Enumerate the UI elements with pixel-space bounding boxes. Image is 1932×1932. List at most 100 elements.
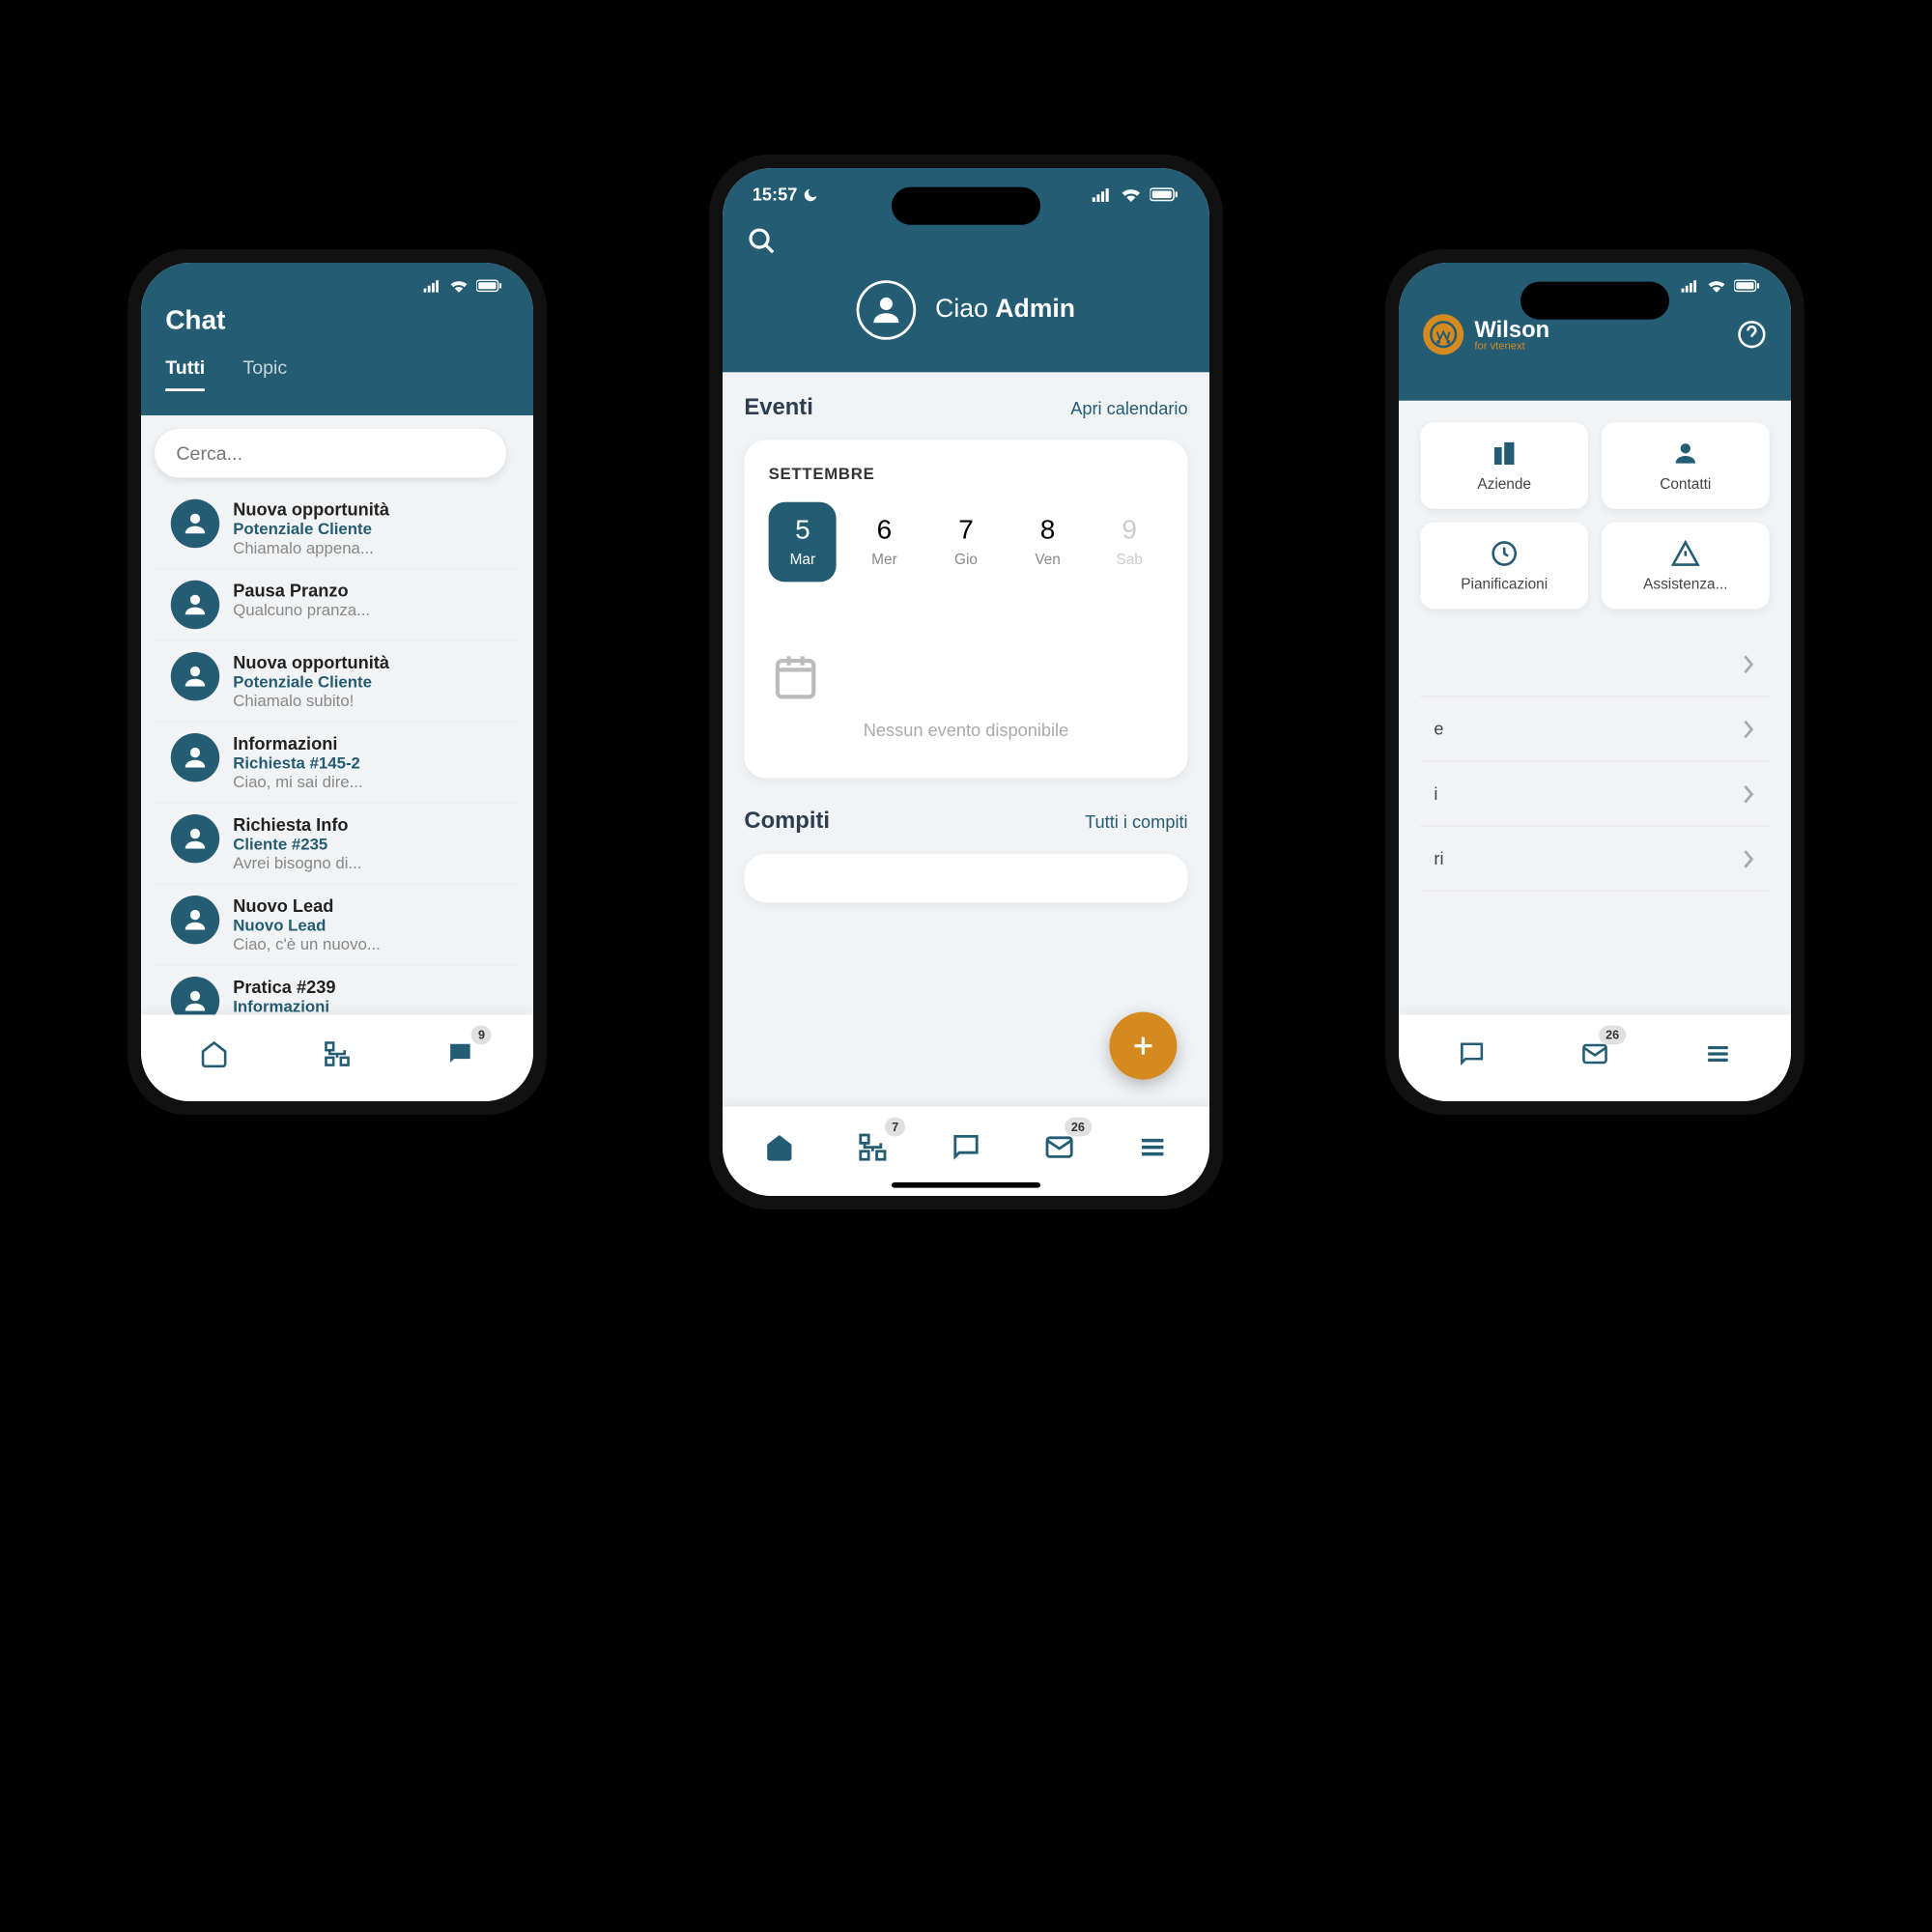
brand-sub: for vtenext (1474, 341, 1549, 352)
chat-preview: Ciao, mi sai dire... (233, 773, 503, 792)
chat-avatar (171, 581, 219, 629)
person-icon (1670, 439, 1700, 469)
shortcut-company[interactable]: Aziende (1420, 422, 1588, 509)
search-icon (747, 226, 777, 256)
nav-menu[interactable] (1698, 1034, 1739, 1074)
phone-right-mock: Wilson for vtenext AziendeContattiPianif… (1385, 249, 1804, 1115)
shortcut-alert[interactable]: Assistenza... (1602, 523, 1770, 610)
chat-preview: Ciao, c'è un nuovo... (233, 935, 503, 954)
compiti-title: Compiti (744, 808, 830, 835)
shortcut-label: Contatti (1609, 476, 1761, 493)
chat-title: Richiesta Info (233, 814, 503, 835)
shortcut-label: Aziende (1429, 476, 1580, 493)
chevron-right-icon (1743, 784, 1756, 804)
calendar-day[interactable]: 9 Sab (1095, 502, 1164, 582)
chat-row[interactable]: Nuovo Lead Nuovo Lead Ciao, c'è un nuovo… (155, 885, 520, 966)
list-item[interactable] (1420, 634, 1769, 697)
shortcut-person[interactable]: Contatti (1602, 422, 1770, 509)
day-name: Sab (1100, 553, 1157, 569)
help-button[interactable] (1737, 320, 1767, 350)
day-name: Mar (774, 553, 831, 569)
chevron-right-icon (1743, 720, 1756, 739)
all-tasks-link[interactable]: Tutti i compiti (1085, 811, 1188, 832)
menu-icon (1136, 1131, 1169, 1164)
chat-subtitle: Potenziale Cliente (233, 672, 503, 692)
chat-tabs: Tutti Topic (141, 348, 533, 391)
chat-avatar (171, 652, 219, 700)
chat-list: Nuova opportunità Potenziale Cliente Chi… (155, 478, 520, 1015)
chevron-right-icon (1743, 655, 1756, 674)
calendar-day[interactable]: 7Gio (932, 502, 1001, 582)
chat-preview: Avrei bisogno di... (233, 854, 503, 873)
phone-left-mock: Chat Tutti Topic Nuova opportunità Poten… (128, 249, 547, 1115)
open-calendar-link[interactable]: Apri calendario (1070, 398, 1187, 418)
chat-row[interactable]: Nuova opportunità Potenziale Cliente Chi… (155, 641, 520, 723)
days-row: 5 Mar 6Mer7Gio 8 Ven 9 Sab (769, 502, 1164, 582)
day-number: 7 (937, 516, 994, 547)
status-time: 15:57 (753, 185, 798, 205)
nav-chat[interactable] (945, 1125, 988, 1169)
nav-home[interactable] (193, 1034, 234, 1074)
list-item[interactable]: i (1420, 762, 1769, 827)
chat-title: Pausa Pranzo (233, 581, 503, 601)
eventi-header: Eventi Apri calendario (744, 394, 1187, 421)
user-avatar[interactable] (857, 280, 917, 340)
nav-mail[interactable]: 26 (1575, 1034, 1615, 1074)
tab-topic[interactable]: Topic (242, 356, 287, 391)
compiti-header: Compiti Tutti i compiti (744, 808, 1187, 835)
chat-avatar (171, 977, 219, 1014)
nav-chat[interactable]: 9 (440, 1034, 481, 1074)
bottom-nav: 9 (141, 1014, 533, 1101)
chat-preview: Qualcuno pranza... (233, 601, 503, 620)
empty-events: Nessun evento disponibile (769, 622, 1164, 753)
plus-icon (1128, 1031, 1158, 1061)
chat-title: Informazioni (233, 733, 503, 753)
chat-row[interactable]: Nuova opportunità Potenziale Cliente Chi… (155, 489, 520, 570)
chat-avatar (171, 733, 219, 781)
chat-icon (950, 1131, 982, 1164)
day-number: 5 (774, 516, 831, 547)
chat-row[interactable]: Pratica #239 Informazioni Come sta andan… (155, 966, 520, 1014)
list-item[interactable]: ri (1420, 827, 1769, 892)
person-icon (867, 291, 905, 328)
calendar-day[interactable]: 5 Mar (769, 502, 838, 582)
day-name: Ven (1019, 553, 1076, 569)
chat-title: Nuova opportunità (233, 652, 503, 672)
chat-title: Nuovo Lead (233, 895, 503, 916)
day-name: Mer (856, 553, 913, 569)
month-label: SETTEMBRE (769, 465, 1164, 484)
status-bar (141, 263, 533, 300)
nav-home[interactable] (758, 1125, 802, 1169)
nav-menu[interactable] (1130, 1125, 1174, 1169)
chat-row[interactable]: Pausa Pranzo Qualcuno pranza... (155, 570, 520, 641)
search-input[interactable] (155, 429, 506, 477)
nav-mail[interactable]: 26 (1037, 1125, 1081, 1169)
shortcut-label: Pianificazioni (1429, 577, 1580, 593)
nav-structure[interactable] (317, 1034, 357, 1074)
tab-tutti[interactable]: Tutti (165, 356, 205, 391)
nav-chat[interactable] (1451, 1034, 1492, 1074)
phone-center-main: 15:57 Ciao Admin (709, 155, 1223, 1209)
structure-badge: 7 (885, 1118, 905, 1137)
greeting-name: Admin (995, 296, 1075, 324)
list-item[interactable]: e (1420, 696, 1769, 761)
chat-avatar (171, 895, 219, 944)
status-icons (1091, 187, 1179, 202)
shortcut-label: Assistenza... (1609, 577, 1761, 593)
list-item-label: e (1434, 719, 1443, 739)
day-number: 8 (1019, 516, 1076, 547)
chat-title: Nuova opportunità (233, 499, 503, 520)
shortcut-clock[interactable]: Pianificazioni (1420, 523, 1588, 610)
day-number: 9 (1100, 516, 1157, 547)
nav-structure[interactable]: 7 (851, 1125, 895, 1169)
home-indicator (892, 1182, 1040, 1188)
calendar-day[interactable]: 6Mer (850, 502, 919, 582)
search-button[interactable] (747, 226, 777, 256)
chat-row[interactable]: Informazioni Richiesta #145-2 Ciao, mi s… (155, 723, 520, 804)
chat-row[interactable]: Richiesta Info Cliente #235 Avrei bisogn… (155, 804, 520, 885)
add-button[interactable] (1109, 1012, 1177, 1080)
empty-text: Nessun evento disponibile (769, 720, 1164, 740)
notch (892, 187, 1040, 225)
chat-avatar (171, 499, 219, 548)
calendar-day[interactable]: 8 Ven (1013, 502, 1082, 582)
